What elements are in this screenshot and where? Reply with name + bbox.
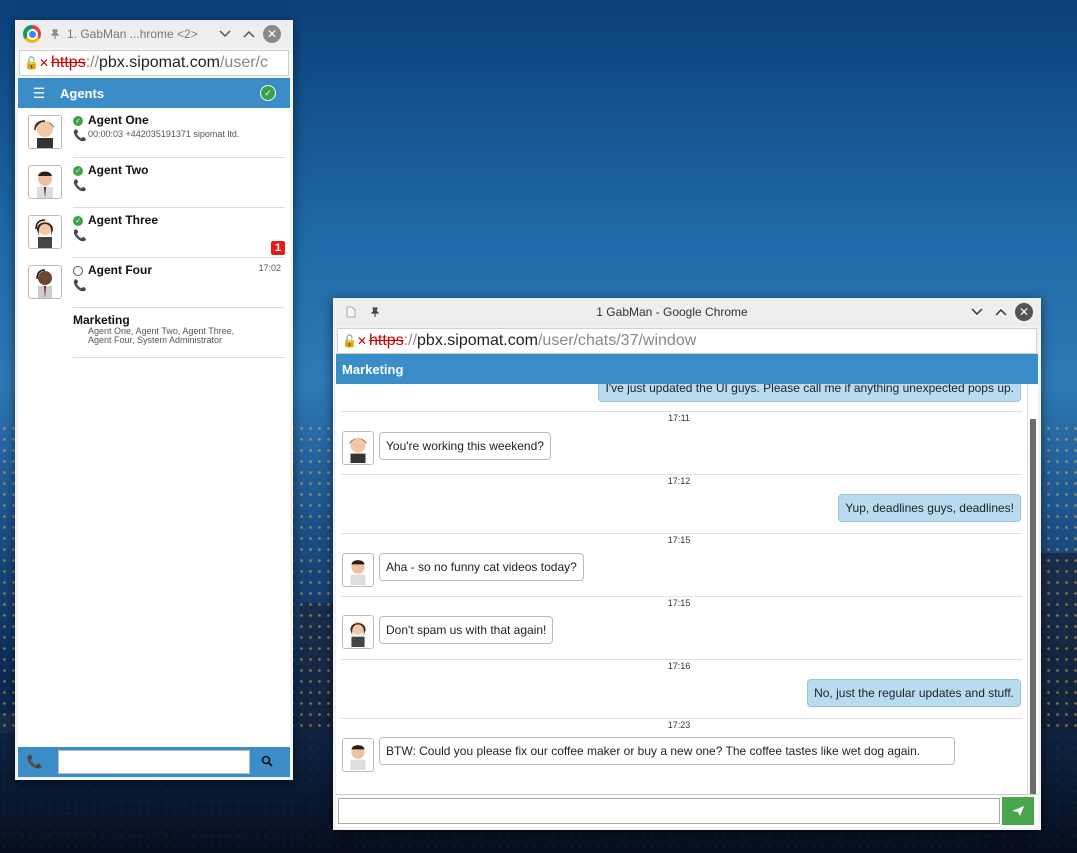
address-bar[interactable]: 🔓✕ https :// pbx.sipomat.com /user/chats… — [337, 328, 1037, 354]
maximize-icon[interactable] — [991, 302, 1011, 322]
chat-messages: I've just updated the UI guys. Please ca… — [336, 384, 1038, 796]
page-icon — [341, 302, 361, 322]
agent-name: Agent Three — [88, 213, 159, 227]
agents-title: Agents — [60, 85, 105, 101]
agent-row[interactable]: ✓ Agent Three 📞 1 — [28, 208, 285, 258]
unread-badge: 1 — [271, 241, 285, 255]
insecure-icon: 🔓✕ — [342, 334, 367, 348]
url-scheme: https — [369, 332, 404, 349]
url-host: pbx.sipomat.com — [99, 54, 220, 71]
url-scheme: https — [51, 54, 86, 71]
agent-name: Agent Four — [88, 263, 152, 277]
avatar — [342, 431, 374, 465]
close-icon[interactable]: ✕ — [1015, 303, 1033, 321]
message-bubble-outgoing: I've just updated the UI guys. Please ca… — [598, 384, 1021, 402]
send-icon[interactable] — [1002, 797, 1034, 825]
check-icon[interactable]: ✓ — [260, 85, 276, 101]
url-separator: :// — [85, 54, 100, 71]
agents-header: ☰ Agents ✓ — [18, 78, 290, 108]
agents-window: 1. GabMan ...hrome <2> ✕ 🔓✕ https :// pb… — [15, 20, 293, 780]
agent-row[interactable]: ✓ Agent Two 📞 — [28, 158, 285, 208]
search-icon[interactable] — [250, 755, 284, 770]
group-name: Marketing — [73, 313, 130, 327]
url-host: pbx.sipomat.com — [417, 332, 538, 349]
message-timestamp: 17:16 — [667, 661, 691, 671]
message-timestamp: 17:12 — [667, 476, 691, 486]
online-status-icon: ✓ — [73, 216, 83, 226]
url-path: /user/chats/37/window — [537, 332, 697, 349]
message-bubble-incoming: Aha - so no funny cat videos today? — [379, 553, 584, 581]
chat-header: Marketing — [336, 354, 1038, 384]
group-members: Agent One, Agent Two, Agent Three, Agent… — [88, 327, 268, 345]
avatar — [342, 615, 374, 649]
power-icon — [73, 266, 83, 276]
message-bubble-incoming: Don't spam us with that again! — [379, 616, 554, 644]
url-path: /user/c — [219, 54, 268, 71]
avatar — [28, 265, 62, 299]
group-row[interactable]: Marketing Agent One, Agent Two, Agent Th… — [28, 308, 285, 358]
close-icon[interactable]: ✕ — [263, 25, 281, 43]
avatar — [28, 165, 62, 199]
chat-window: 1 GabMan - Google Chrome ✕ 🔓✕ https :// … — [333, 298, 1041, 830]
avatar — [342, 553, 374, 587]
minimize-icon[interactable] — [215, 24, 235, 44]
message-timestamp: 17:15 — [667, 598, 691, 608]
message-bubble-outgoing: No, just the regular updates and stuff. — [807, 679, 1021, 707]
phone-icon[interactable]: 📞 — [73, 229, 87, 242]
chat-titlebar: 1 GabMan - Google Chrome ✕ — [333, 298, 1041, 326]
chat-footer — [336, 794, 1038, 827]
maximize-icon[interactable] — [239, 24, 259, 44]
menu-icon[interactable]: ☰ — [18, 85, 60, 102]
agent-row[interactable]: Agent Four 17:02 📞 — [28, 258, 285, 308]
message-timestamp: 17:23 — [667, 720, 691, 730]
agents-footer: 📞 — [18, 747, 290, 777]
online-status-icon: ✓ — [73, 166, 83, 176]
chat-title: Marketing — [342, 361, 404, 377]
agent-last-seen: 17:02 — [258, 263, 281, 273]
message-input[interactable] — [338, 798, 1000, 824]
avatar — [28, 115, 62, 149]
phone-icon[interactable]: 📞 — [73, 179, 87, 192]
message-bubble-outgoing: Yup, deadlines guys, deadlines! — [838, 494, 1021, 522]
agents-list: ✓ Agent One 📞 00:00:03 +442035191371 sip… — [18, 108, 290, 748]
search-input[interactable] — [58, 750, 250, 774]
chat-scrollbar[interactable] — [1027, 384, 1038, 796]
pin-icon[interactable] — [365, 302, 385, 322]
agent-name: Agent Two — [88, 163, 149, 177]
avatar — [342, 738, 374, 772]
agent-row[interactable]: ✓ Agent One 📞 00:00:03 +442035191371 sip… — [28, 108, 285, 158]
phone-icon[interactable]: 📞 — [73, 279, 87, 292]
window-title: 1 GabMan - Google Chrome — [596, 305, 748, 319]
agent-name: Agent One — [88, 113, 149, 127]
url-separator: :// — [403, 332, 418, 349]
minimize-icon[interactable] — [967, 302, 987, 322]
avatar — [28, 215, 62, 249]
message-timestamp: 17:11 — [668, 413, 690, 423]
message-timestamp: 17:15 — [667, 535, 691, 545]
chrome-icon — [23, 25, 41, 43]
phone-icon[interactable]: 📞 — [73, 129, 87, 142]
message-bubble-incoming: BTW: Could you please fix our coffee mak… — [379, 737, 955, 765]
message-bubble-incoming: You're working this weekend? — [379, 432, 551, 460]
online-status-icon: ✓ — [73, 116, 83, 126]
window-title: 1. GabMan ...hrome <2> — [67, 27, 198, 41]
agent-call-info: 00:00:03 +442035191371 sipomat ltd. — [88, 129, 240, 139]
pin-icon[interactable] — [45, 24, 65, 44]
group-members-line: Agent Four, System Administrator — [88, 335, 223, 345]
insecure-icon: 🔓✕ — [24, 56, 49, 70]
dial-phone-icon[interactable]: 📞 — [18, 754, 52, 770]
address-bar[interactable]: 🔓✕ https :// pbx.sipomat.com /user/c — [19, 50, 289, 76]
agents-titlebar: 1. GabMan ...hrome <2> ✕ — [15, 20, 293, 48]
